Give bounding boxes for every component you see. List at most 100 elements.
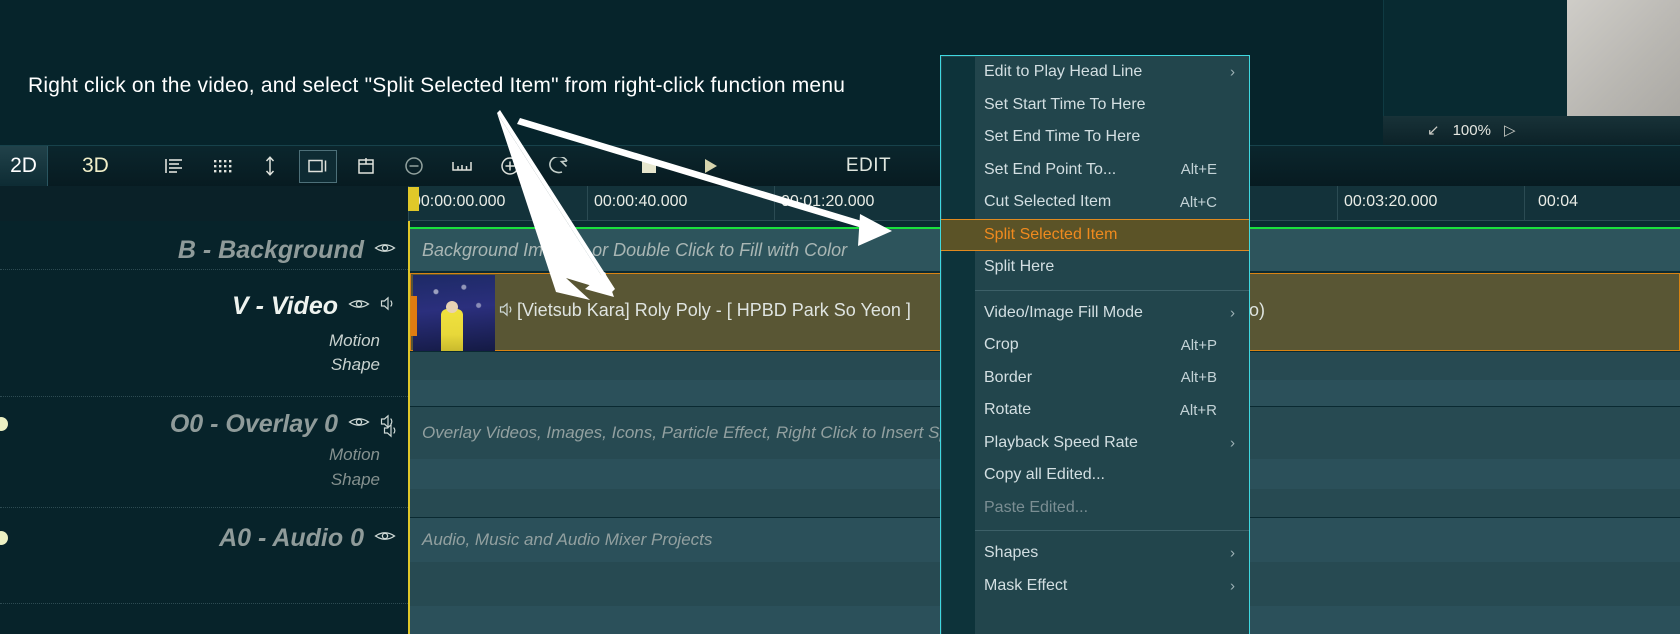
track-sub-shape[interactable]: Shape: [0, 470, 408, 490]
context-menu-item-split-selected-item[interactable]: Split Selected Item: [941, 218, 1249, 251]
context-menu-item-label: Split Here: [984, 258, 1055, 276]
eye-icon[interactable]: [374, 529, 396, 548]
play-triangle-icon[interactable]: [691, 150, 729, 183]
track-divider: [0, 396, 408, 397]
context-menu-item-copy-all-edited[interactable]: Copy all Edited...: [941, 459, 1249, 492]
context-menu-item-set-end-point-to[interactable]: Set End Point To... Alt+E: [941, 154, 1249, 187]
context-menu-item-set-end-time-to-here[interactable]: Set End Time To Here: [941, 121, 1249, 154]
track-label-overlay0[interactable]: O0 - Overlay 0: [0, 401, 408, 447]
track-label-text: V - Video: [231, 291, 338, 320]
context-menu-item-set-start-time-to-here[interactable]: Set Start Time To Here: [941, 89, 1249, 122]
eye-icon[interactable]: [348, 297, 370, 316]
ruler-icon[interactable]: [443, 150, 481, 183]
context-menu-item-label: Mask Effect: [984, 576, 1068, 594]
track-label-text: O0 - Overlay 0: [169, 409, 338, 438]
preview-zoom-bar: ↙ 100% ▷: [1383, 116, 1680, 145]
playhead-marker[interactable]: [408, 187, 419, 211]
context-menu-item-shortcut: Alt+C: [1179, 193, 1217, 211]
ruler-tick-label: 00:01:20.000: [781, 193, 875, 210]
context-menu-separator: [975, 530, 1249, 531]
track-labels-column: B - Background V - Video Motion Shape O0…: [0, 221, 408, 634]
speaker-icon[interactable]: [380, 296, 396, 316]
track-label-background[interactable]: B - Background: [0, 227, 408, 273]
context-menu-item-label: Edit to Play Head Line: [984, 63, 1143, 81]
context-menu-item-edit-to-play-head-line[interactable]: Edit to Play Head Line ›: [941, 56, 1249, 89]
stop-square-icon[interactable]: [630, 150, 668, 183]
chevron-right-icon: ›: [1230, 434, 1235, 452]
context-menu-item-rotate[interactable]: Rotate Alt+R: [941, 394, 1249, 427]
context-menu-item-crop[interactable]: Crop Alt+P: [941, 329, 1249, 362]
ruler-tick-label: 00:03:20.000: [1344, 193, 1438, 210]
app-window: Right click on the video, and select "Sp…: [0, 0, 1680, 634]
context-menu-item-video-image-fill-mode[interactable]: Video/Image Fill Mode ›: [941, 297, 1249, 330]
zoom-out-circle-icon[interactable]: [395, 150, 433, 183]
clip-thumbnail: [413, 275, 495, 351]
speaker-icon: [383, 423, 399, 443]
calendar-box-icon[interactable]: [347, 150, 385, 183]
context-menu-item-label: Copy all Edited...: [984, 466, 1105, 484]
ruler-tick-label: 00:04: [1538, 193, 1579, 210]
track-sub-motion[interactable]: Motion: [0, 331, 408, 351]
chevron-right-icon: ›: [1230, 544, 1235, 562]
ruler-separator: [774, 186, 775, 221]
context-menu-item-playback-speed-rate[interactable]: Playback Speed Rate ›: [941, 427, 1249, 460]
context-menu-items: Edit to Play Head Line › Set Start Time To…: [941, 56, 1249, 602]
context-menu-item-shortcut: Alt+B: [1180, 369, 1217, 387]
vertical-resize-icon[interactable]: [251, 150, 289, 183]
audio-placeholder-text: Audio, Music and Audio Mixer Projects: [422, 530, 713, 549]
tab-2d[interactable]: 2D: [0, 145, 48, 187]
list-lines-icon[interactable]: [155, 150, 193, 183]
edit-menu-label[interactable]: EDIT: [846, 155, 891, 177]
context-menu-separator: [975, 289, 1249, 291]
track-sub-shape[interactable]: Shape: [0, 355, 408, 375]
timeline-ruler[interactable]: 00:00:00.000 00:00:40.000 00:01:20.000 00:0…: [0, 186, 1680, 221]
context-menu-item-border[interactable]: Border Alt+B: [941, 362, 1249, 395]
chevron-right-icon: ›: [1230, 577, 1235, 595]
ruler-separator: [1524, 186, 1525, 221]
eye-icon[interactable]: [374, 241, 396, 260]
clip-title: [Vietsub Kara] Roly Poly - [ HPBD Park S…: [517, 300, 911, 320]
tab-3d[interactable]: 3D: [62, 146, 129, 187]
arrow-down-left-icon[interactable]: ↙: [1427, 123, 1440, 138]
context-menu-item-label: Cut Selected Item: [984, 193, 1112, 211]
zoom-level-label: 100%: [1452, 122, 1491, 139]
overlay-placeholder-text: Overlay Videos, Images, Icons, Particle …: [422, 423, 1001, 442]
context-menu-item-label: Border: [984, 368, 1033, 386]
context-menu-item-label: Rotate: [984, 401, 1032, 419]
context-menu-item-split-here[interactable]: Split Here: [941, 251, 1249, 284]
frame-box-icon[interactable]: [298, 149, 337, 183]
context-menu-item-label: Set End Time To Here: [984, 128, 1141, 146]
right-click-context-menu[interactable]: Edit to Play Head Line › Set Start Time To…: [940, 55, 1250, 634]
context-menu-item-paste-edited: Paste Edited...: [941, 492, 1249, 525]
context-menu-item-label: Playback Speed Rate: [984, 433, 1138, 451]
context-menu-item-cut-selected-item[interactable]: Cut Selected Item Alt+C: [941, 186, 1249, 219]
track-divider: [0, 269, 408, 270]
ruler-tick-label: 00:00:00.000: [412, 193, 506, 210]
clip-placeholder-text: Background Images, or Double Click to Fi…: [422, 240, 848, 260]
context-menu-item-mask-effect[interactable]: Mask Effect ›: [941, 570, 1249, 603]
chevron-right-icon: ›: [1230, 63, 1235, 81]
track-sub-motion[interactable]: Motion: [0, 445, 408, 465]
context-menu-item-shortcut: Alt+P: [1180, 336, 1217, 354]
track-label-video[interactable]: V - Video: [0, 283, 408, 329]
grid-dots-icon[interactable]: [203, 150, 241, 183]
ruler-separator: [587, 186, 588, 221]
clip-left-handle[interactable]: [411, 296, 417, 336]
context-menu-item-label: Set Start Time To Here: [984, 95, 1146, 113]
thumbnail-figure-head: [446, 301, 458, 313]
instruction-text: Right click on the video, and select "Sp…: [28, 74, 846, 97]
context-menu-item-shortcut: Alt+R: [1179, 401, 1217, 419]
context-menu-item-label: Paste Edited...: [984, 498, 1089, 516]
context-menu-item-shortcut: Alt+E: [1180, 161, 1217, 179]
undo-arrow-icon[interactable]: [539, 150, 577, 183]
context-menu-item-label: Set End Point To...: [984, 160, 1117, 178]
eye-icon[interactable]: [348, 415, 370, 434]
track-label-audio0[interactable]: A0 - Audio 0: [0, 515, 408, 561]
timeline: B - Background V - Video Motion Shape O0…: [0, 221, 1680, 634]
zoom-in-circle-icon[interactable]: [491, 150, 529, 183]
play-triangle-icon[interactable]: ▷: [1504, 123, 1516, 138]
context-menu-item-shapes[interactable]: Shapes ›: [941, 537, 1249, 570]
preview-image: [1567, 0, 1680, 126]
context-menu-item-label: Video/Image Fill Mode: [984, 303, 1143, 321]
editor-toolbar: 2D 3D EDIT: [0, 145, 1680, 187]
